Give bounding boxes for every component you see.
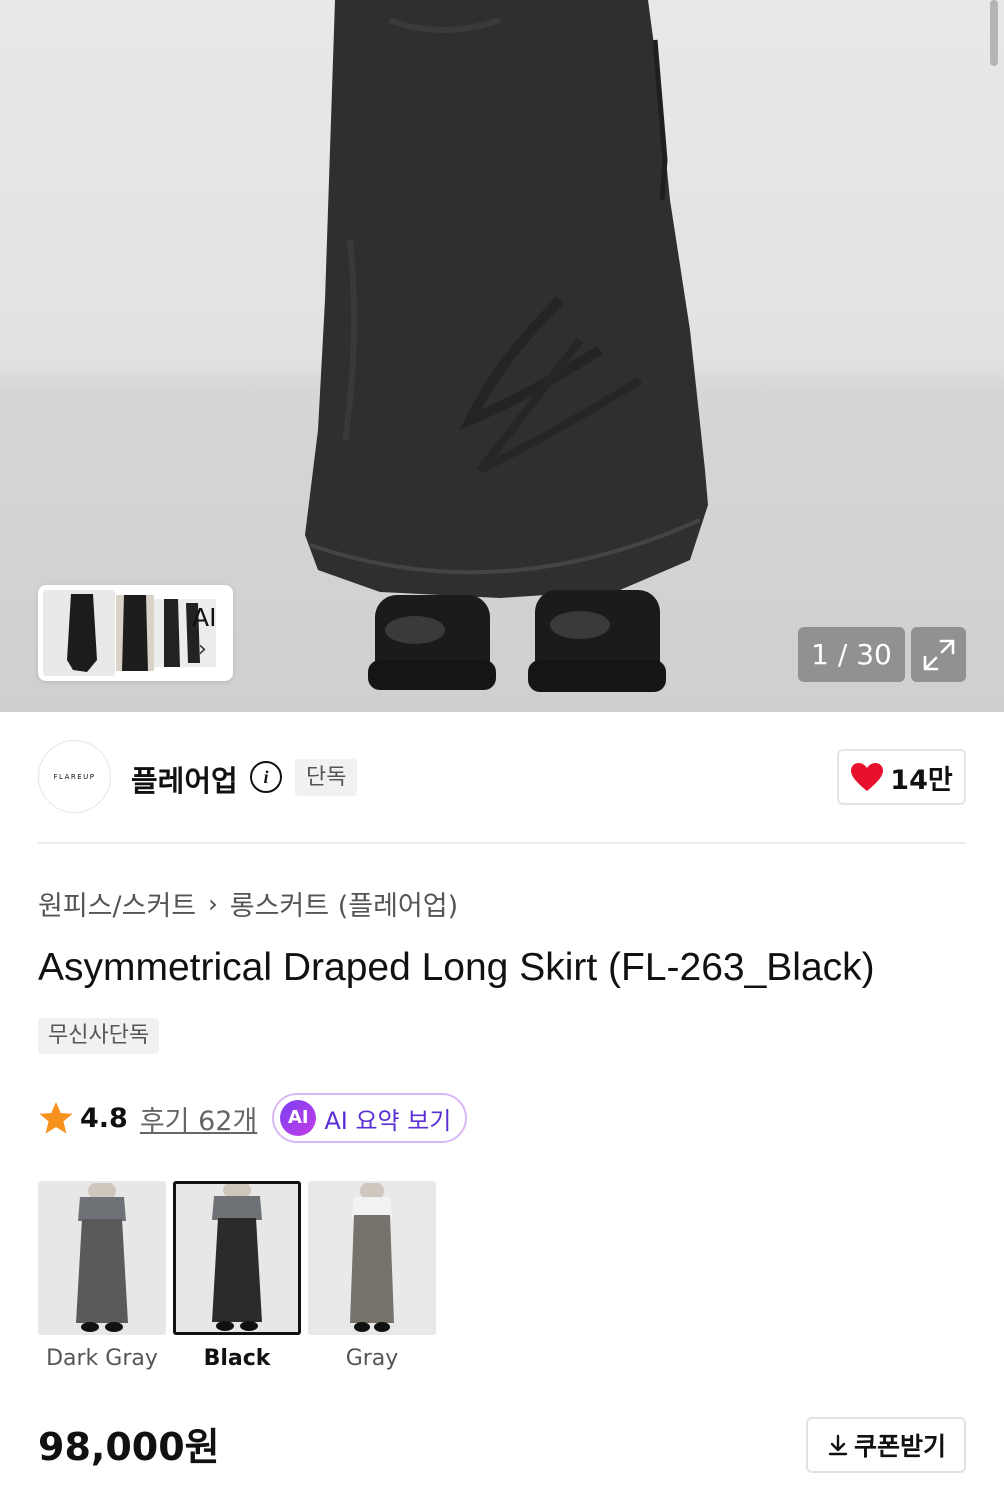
color-option-label: Dark Gray	[46, 1346, 158, 1371]
coupon-label: 쿠폰받기	[853, 1432, 946, 1461]
color-option-label: Gray	[345, 1346, 399, 1371]
star-icon	[39, 1102, 73, 1134]
color-swatch-image	[176, 1184, 298, 1332]
rating-value: 4.8	[80, 1102, 128, 1134]
heart-icon	[851, 763, 884, 791]
product-title: Asymmetrical Draped Long Skirt (FL-263_B…	[38, 946, 875, 989]
thumbnail-image	[116, 595, 154, 671]
breadcrumb-item-subcategory[interactable]: 롱스커트 (플레어업)	[230, 884, 458, 923]
coupon-download-button[interactable]: 쿠폰받기	[806, 1417, 966, 1473]
review-count-link[interactable]: 후기 62개	[140, 1099, 257, 1138]
rating-row: 4.8 후기 62개 AI AI 요약 보기	[38, 1093, 468, 1143]
color-swatch-image	[310, 1183, 434, 1333]
musinsa-exclusive-badge: 무신사단독	[38, 1018, 160, 1054]
brand-exclusive-tag: 단독	[295, 759, 358, 796]
expand-button[interactable]	[911, 627, 966, 682]
like-button[interactable]: 14만	[837, 749, 966, 805]
expand-icon	[923, 639, 954, 670]
like-count: 14만	[890, 764, 953, 796]
brand-logo[interactable]: FLAREUP	[38, 740, 111, 813]
product-image-gallery[interactable]: AI › 1 / 30	[0, 0, 1004, 712]
chevron-right-icon: ›	[198, 637, 207, 662]
thumbnail-image	[43, 590, 115, 676]
scrollbar[interactable]	[990, 0, 998, 66]
brand-row: FLAREUP 플레어업 i 단독 14만	[38, 740, 966, 814]
brand-logo-text: FLAREUP	[53, 772, 96, 781]
ai-style-thumbnail-button[interactable]: AI ›	[38, 585, 233, 681]
ai-summary-label: AI 요약 보기	[324, 1106, 452, 1135]
brand-name-link[interactable]: 플레어업	[131, 758, 238, 800]
color-swatch-image	[40, 1183, 164, 1333]
download-icon	[828, 1434, 848, 1456]
ai-badge-icon: AI	[280, 1100, 317, 1136]
color-option-label: Black	[203, 1346, 271, 1371]
color-option-dark-gray[interactable]	[38, 1181, 166, 1335]
color-option-gray[interactable]	[308, 1181, 436, 1335]
image-page-counter: 1 / 30	[798, 627, 905, 682]
color-option-black[interactable]	[173, 1181, 301, 1335]
chevron-right-icon: ›	[208, 889, 218, 918]
product-price: 98,000원	[38, 1425, 220, 1469]
info-icon[interactable]: i	[250, 761, 282, 793]
ai-summary-button[interactable]: AI AI 요약 보기	[272, 1093, 468, 1143]
breadcrumb: 원피스/스커트 › 롱스커트 (플레어업)	[38, 884, 458, 923]
ai-label: AI	[192, 603, 217, 632]
divider	[38, 842, 966, 844]
breadcrumb-item-category[interactable]: 원피스/스커트	[38, 884, 196, 923]
